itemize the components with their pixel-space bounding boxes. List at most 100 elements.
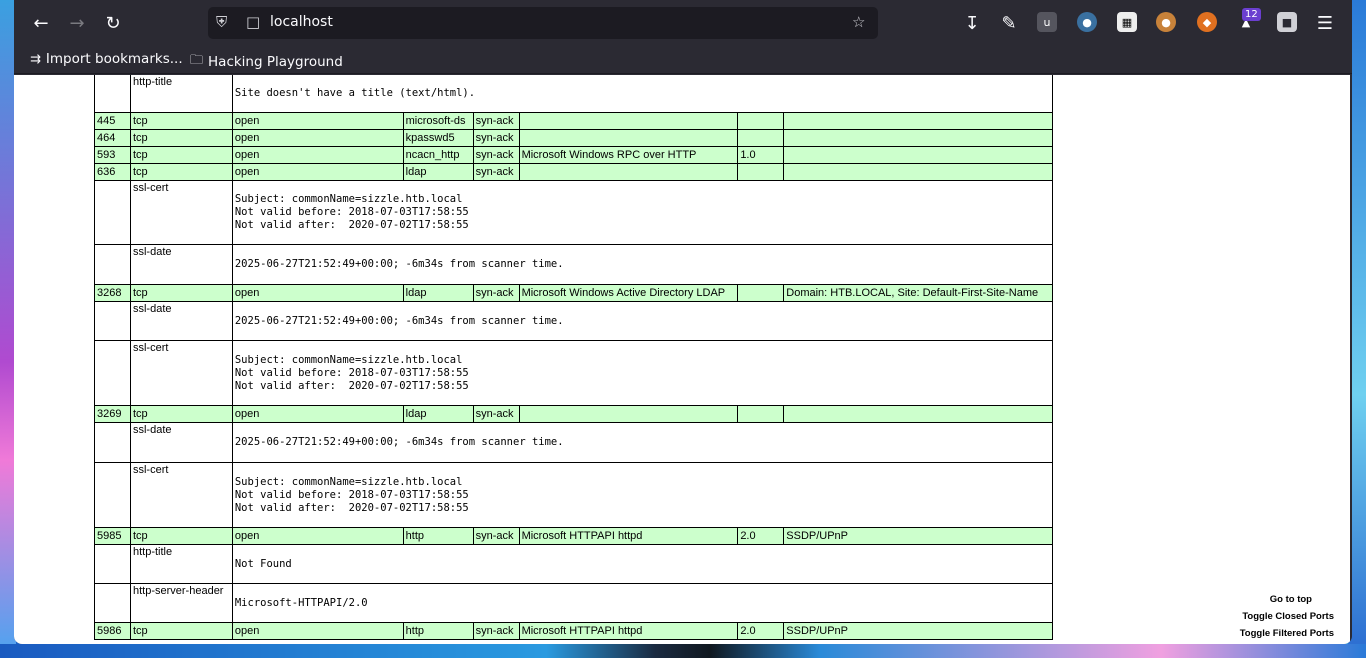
forward-arrow-icon[interactable]: → (63, 9, 91, 37)
script-name-cell: ssl-cert (129, 462, 233, 528)
menu-icon[interactable]: ☰ (1311, 9, 1339, 37)
port-state-cell: open (231, 163, 404, 181)
script-spacer-cell (94, 422, 131, 463)
port-reason-cell: syn-ack (472, 129, 520, 147)
port-product-cell: Microsoft Windows Active Directory LDAP (518, 284, 739, 302)
port-row: 5986 tcp open http syn-ack Microsoft HTTPAPI … (94, 622, 1053, 640)
port-row: 5985 tcp open http syn-ack Microsoft HTTPAPI … (94, 527, 1053, 545)
port-service-cell: ldap (402, 163, 474, 181)
bookmark-import-label: Import bookmarks... (45, 51, 183, 67)
download-icon[interactable]: ↧ (958, 9, 986, 37)
import-icon: ⇉ (30, 51, 41, 67)
script-spacer-cell (94, 301, 131, 341)
port-port-cell: 5986 (94, 622, 131, 640)
port-row: 464 tcp open kpasswd5 syn-ack (94, 129, 1053, 147)
url-bar[interactable]: ⛨ □ localhost ☆ (208, 7, 878, 39)
burp-icon[interactable]: ◆ (1197, 12, 1217, 32)
port-row: 593 tcp open ncacn_http syn-ack Microsoft Win… (94, 146, 1053, 164)
script-row: ssl-cert Subject: commonName=sizzle.htb.l… (94, 180, 1054, 245)
port-product-cell: Microsoft HTTPAPI httpd (518, 527, 739, 545)
port-service-cell: microsoft-ds (402, 112, 474, 130)
script-row: ssl-cert Subject: commonName=sizzle.htb.l… (94, 462, 1054, 528)
cookie-icon[interactable]: ● (1156, 12, 1176, 32)
bookmarks-bar: ⇉ Import bookmarks... 🗀 Hacking Playgrou… (14, 46, 1352, 74)
port-reason-cell: syn-ack (472, 284, 520, 302)
browser-window: ← → ↻ ⛨ □ localhost ☆ ↧ ✎ u ● ▦ ● ◆ ▲ 12… (14, 0, 1352, 644)
port-port-cell: 445 (94, 112, 131, 130)
port-service-cell: kpasswd5 (402, 129, 474, 147)
port-reason-cell: syn-ack (472, 527, 520, 545)
port-row: 3268 tcp open ldap syn-ack Microsoft Windows … (94, 284, 1053, 302)
port-proto-cell: tcp (129, 405, 233, 423)
port-product-cell: Microsoft HTTPAPI httpd (518, 622, 739, 640)
port-row: 3269 tcp open ldap syn-ack (94, 405, 1053, 423)
port-port-cell: 593 (94, 146, 131, 164)
script-name-cell: http-server-header (129, 583, 233, 623)
bookmark-import[interactable]: ⇉ Import bookmarks... (30, 51, 183, 67)
port-extra-cell (783, 129, 1053, 147)
container-icon[interactable]: ■ (1277, 12, 1297, 32)
port-service-cell: ldap (402, 405, 474, 423)
extension-badge: 12 (1242, 8, 1261, 21)
port-extra-cell (783, 146, 1053, 164)
port-state-cell: open (231, 112, 404, 130)
page-content: http-title Site doesn't have a title (tex… (14, 75, 1350, 644)
port-product-cell (518, 112, 739, 130)
port-version-cell: 2.0 (737, 527, 785, 545)
port-version-cell (737, 112, 785, 130)
port-state-cell: open (231, 146, 404, 164)
script-name-cell: ssl-date (129, 301, 233, 341)
desktop-wallpaper-bottom (0, 644, 1366, 658)
script-spacer-cell (94, 340, 131, 406)
port-version-cell (737, 129, 785, 147)
script-row: ssl-date 2025-06-27T21:52:49+00:00; -6m34… (94, 301, 1054, 341)
script-output-cell: Not Found (231, 544, 1054, 584)
port-port-cell: 3269 (94, 405, 131, 423)
toggle-filtered-ports-link[interactable]: Toggle Filtered Ports (1240, 625, 1334, 642)
url-text[interactable]: localhost (270, 14, 333, 30)
folder-icon: 🗀 (190, 53, 204, 68)
spy-icon[interactable]: ● (1077, 12, 1097, 32)
port-product-cell (518, 129, 739, 147)
script-output-cell: 2025-06-27T21:52:49+00:00; -6m34s from s… (231, 301, 1054, 341)
bookmark-folder-hacking-playground[interactable]: 🗀 Hacking Playground (190, 51, 343, 73)
port-state-cell: open (231, 284, 404, 302)
side-links: Go to top Toggle Closed Ports Toggle Fil… (1240, 591, 1334, 642)
port-version-cell (737, 405, 785, 423)
go-to-top-link[interactable]: Go to top (1240, 591, 1312, 608)
port-row: 636 tcp open ldap syn-ack (94, 163, 1053, 181)
script-spacer-cell (94, 244, 131, 285)
bookmark-folder-label: Hacking Playground (208, 54, 343, 70)
port-extra-cell (783, 112, 1053, 130)
port-extra-cell: Domain: HTB.LOCAL, Site: Default-First-S… (783, 284, 1053, 302)
port-extra-cell: SSDP/UPnP (783, 527, 1053, 545)
star-icon[interactable]: ☆ (852, 13, 865, 31)
port-extra-cell (783, 405, 1053, 423)
toggle-closed-ports-link[interactable]: Toggle Closed Ports (1240, 608, 1334, 625)
ports-table: http-title Site doesn't have a title (tex… (94, 75, 1054, 640)
port-state-cell: open (231, 405, 404, 423)
port-product-cell: Microsoft Windows RPC over HTTP (518, 146, 739, 164)
script-output-cell: Subject: commonName=sizzle.htb.local Not… (231, 340, 1054, 406)
port-version-cell (737, 163, 785, 181)
script-output-cell: Subject: commonName=sizzle.htb.local Not… (231, 180, 1054, 245)
port-proto-cell: tcp (129, 112, 233, 130)
port-product-cell (518, 163, 739, 181)
port-proto-cell: tcp (129, 146, 233, 164)
qr-icon[interactable]: ▦ (1117, 12, 1137, 32)
port-state-cell: open (231, 527, 404, 545)
page-icon[interactable]: □ (246, 13, 260, 31)
script-name-cell: http-title (129, 75, 233, 113)
port-port-cell: 3268 (94, 284, 131, 302)
port-reason-cell: syn-ack (472, 622, 520, 640)
extensions-icon[interactable]: ✎ (995, 9, 1023, 37)
port-port-cell: 636 (94, 163, 131, 181)
reload-icon[interactable]: ↻ (99, 9, 127, 37)
port-reason-cell: syn-ack (472, 112, 520, 130)
port-row: 445 tcp open microsoft-ds syn-ack (94, 112, 1053, 130)
shield-icon[interactable]: ⛨ (216, 13, 227, 31)
port-port-cell: 464 (94, 129, 131, 147)
back-arrow-icon[interactable]: ← (27, 9, 55, 37)
ublock-icon[interactable]: u (1037, 12, 1057, 32)
port-version-cell: 1.0 (737, 146, 785, 164)
